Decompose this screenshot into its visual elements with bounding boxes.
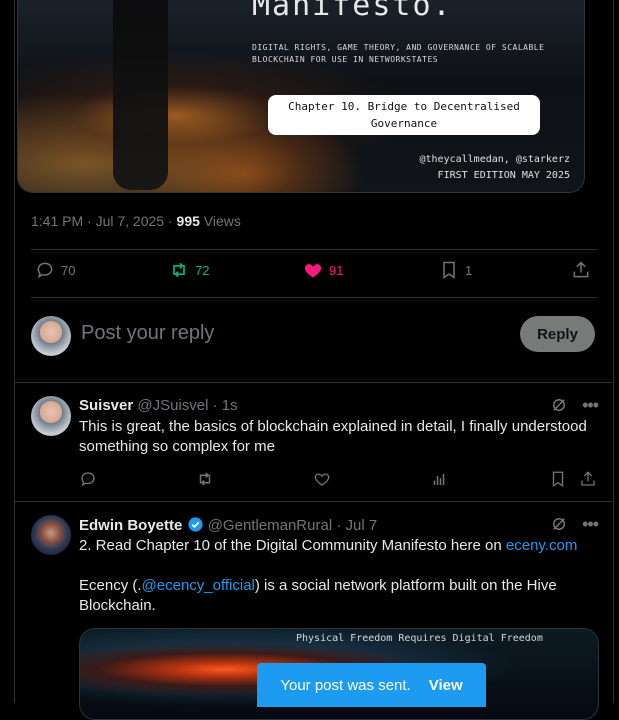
bookmark-action[interactable]: 1 — [439, 260, 472, 280]
hero-edition-line: FIRST EDITION MAY 2025 — [437, 170, 570, 181]
my-avatar[interactable] — [31, 316, 71, 356]
reply-action-bar — [79, 470, 599, 490]
reply-text-p2a: Ecency (. — [79, 577, 142, 594]
reply-text: This is great, the basics of blockchain … — [79, 418, 587, 455]
reply-action[interactable]: 70 — [35, 260, 75, 280]
reply-input[interactable]: Post your reply — [81, 322, 214, 345]
repost-icon — [173, 262, 185, 278]
hero-authors: @theycallmedan, @starkerz FIRST EDITION … — [419, 152, 570, 184]
views-label: Views — [199, 213, 241, 229]
like-count: 91 — [329, 262, 344, 278]
author-name[interactable]: Suisver — [79, 397, 133, 414]
reply-header: Edwin Boyette @GentlemanRural · Jul 7 — [79, 516, 377, 534]
post-timestamp[interactable]: 1:41 PM · Jul 7, 2025 · — [31, 213, 177, 229]
hero-authors-line: @theycallmedan, @starkerz — [419, 154, 570, 165]
more-icon[interactable]: ••• — [582, 396, 599, 414]
hero-chapter-line2: Governance — [370, 117, 438, 130]
author-handle[interactable]: @JSuisvel · 1s — [137, 397, 237, 414]
repost-count: 72 — [195, 262, 210, 278]
reply-icon — [37, 262, 53, 279]
bookmark-icon[interactable] — [549, 470, 567, 493]
like-action[interactable]: 91 — [303, 260, 343, 280]
heart-icon — [304, 264, 322, 278]
post-image[interactable]: Manifesto. DIGITAL RIGHTS, GAME THEORY, … — [17, 0, 585, 193]
toast-text: Your post was sent. — [280, 676, 411, 694]
heart-icon[interactable] — [313, 470, 331, 493]
divider — [31, 249, 597, 250]
divider — [15, 501, 612, 502]
card-caption: Physical Freedom Requires Digital Freedo… — [296, 633, 543, 644]
share-icon — [573, 261, 589, 278]
bookmark-icon — [443, 261, 455, 279]
reply-text: 2. Read Chapter 10 of the Digital Commun… — [79, 536, 594, 616]
avatar[interactable] — [31, 515, 71, 555]
reply-header: Suisver @JSuisvel · 1s — [79, 397, 238, 414]
divider — [15, 382, 612, 383]
author-name[interactable]: Edwin Boyette — [79, 517, 182, 534]
verified-badge-icon — [187, 517, 203, 532]
reply-text-line1: 2. Read Chapter 10 of the Digital Commun… — [79, 537, 506, 554]
analytics-icon[interactable] — [430, 470, 448, 493]
author-handle[interactable]: @GentlemanRural · Jul 7 — [208, 517, 377, 534]
reply-item[interactable]: Suisver @JSuisvel · 1s ••• This is great… — [15, 396, 612, 496]
avatar[interactable] — [31, 396, 71, 436]
grok-icon[interactable] — [550, 515, 568, 533]
hero-subtitle: DIGITAL RIGHTS, GAME THEORY, AND GOVERNA… — [252, 43, 545, 64]
post-meta: 1:41 PM · Jul 7, 2025 · 995 Views — [31, 213, 241, 229]
reply-count: 70 — [61, 262, 76, 278]
bookmark-count: 1 — [465, 262, 473, 278]
more-icon[interactable]: ••• — [582, 515, 599, 533]
sent-toast: Your post was sent. View — [257, 663, 486, 707]
reply-button[interactable]: Reply — [520, 316, 595, 352]
hero-title: Manifesto. — [252, 0, 453, 23]
eceny-link[interactable]: eceny.com — [506, 537, 577, 554]
reply-tools: ••• — [550, 515, 599, 533]
grok-icon[interactable] — [550, 396, 568, 414]
post-action-bar: 70 72 91 1 — [31, 260, 597, 286]
reply-icon[interactable] — [79, 470, 97, 493]
repost-action[interactable]: 72 — [169, 260, 209, 280]
share-action[interactable] — [571, 260, 591, 280]
reply-tools: ••• — [550, 396, 599, 414]
hero-chapter-box: Chapter 10. Bridge to Decentralised Gove… — [268, 95, 540, 135]
share-icon[interactable] — [579, 470, 597, 493]
views-count: 995 — [176, 213, 200, 229]
repost-icon[interactable] — [196, 470, 214, 493]
toast-view-link[interactable]: View — [429, 677, 463, 694]
mention-link[interactable]: @ecency_official — [142, 577, 255, 594]
hero-figure — [113, 0, 168, 190]
divider — [31, 297, 597, 298]
hero-chapter-line1: Chapter 10. Bridge to Decentralised — [288, 100, 520, 113]
